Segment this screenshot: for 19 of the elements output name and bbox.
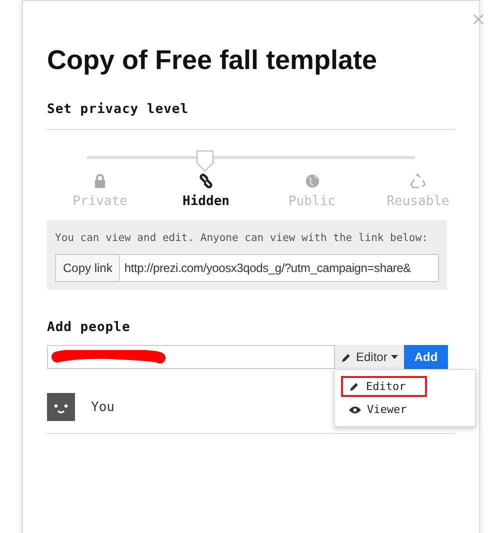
eye-icon (349, 406, 361, 414)
section-heading: Add people (47, 320, 132, 335)
menu-item[interactable]: Editor (341, 376, 427, 397)
role-dropdown[interactable]: Editor (335, 345, 404, 369)
privacy-option[interactable]: Hidden (182, 194, 230, 209)
avatar-icon (47, 393, 75, 421)
pencil-icon (349, 381, 360, 392)
person-name: You (91, 400, 114, 414)
copy-link-button[interactable]: Copy link (55, 254, 120, 282)
share-note: You can view and edit. Anyone can view with the link below: (55, 232, 429, 244)
email-input-field[interactable] (47, 345, 335, 369)
section-heading: Set privacy level (47, 102, 190, 117)
caret-icon (391, 355, 398, 359)
menu-item[interactable]: Viewer (341, 399, 427, 420)
slider-thumb[interactable] (196, 150, 214, 172)
dialog-title: Copy of Free fall template (47, 45, 378, 76)
link-field[interactable]: http://prezi.com/yoosx3qods_g/?utm_campaign=share& (120, 254, 439, 282)
pencil-icon (341, 352, 352, 362)
add-button[interactable]: Add (404, 345, 448, 369)
